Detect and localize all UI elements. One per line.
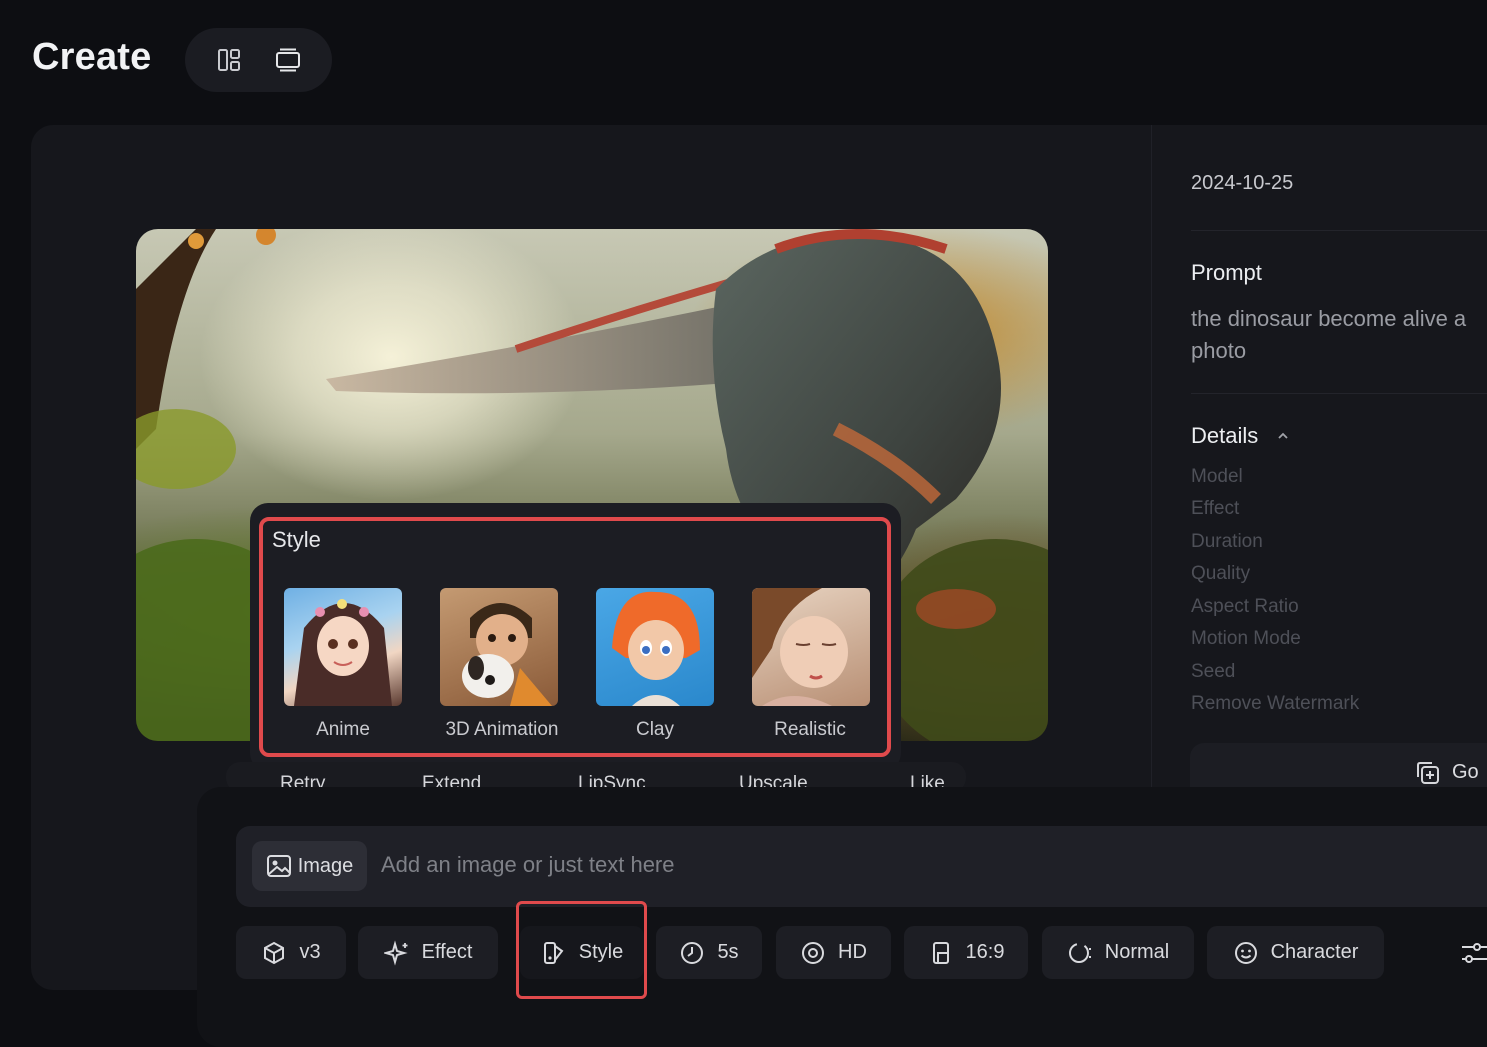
motion-icon xyxy=(1068,942,1091,963)
details-heading[interactable]: Details xyxy=(1191,423,1290,449)
style-button-highlight xyxy=(516,901,647,999)
style-popover-title: Style xyxy=(272,527,321,552)
prompt-input-placeholder[interactable]: Add an image or just text here xyxy=(381,852,675,878)
aspect-ratio-button[interactable]: 16:9 xyxy=(904,926,1028,979)
clay-thumbnail xyxy=(612,591,700,706)
single-layout-icon[interactable] xyxy=(270,42,306,78)
style-option-anime[interactable] xyxy=(284,588,402,706)
sidebar-divider xyxy=(1191,230,1487,231)
3d-animation-thumbnail xyxy=(462,603,552,706)
detail-key-aspect-ratio: Aspect Ratio xyxy=(1191,596,1299,617)
detail-key-remove-watermark: Remove Watermark xyxy=(1191,693,1360,714)
eye-icon xyxy=(802,941,825,964)
model-select-button[interactable]: v3 xyxy=(236,926,346,979)
detail-key-quality: Quality xyxy=(1191,563,1251,584)
realistic-thumbnail xyxy=(752,588,848,706)
style-label-realistic: Realistic xyxy=(774,719,846,740)
sidebar-divider xyxy=(1191,393,1487,394)
image-icon xyxy=(266,855,291,877)
anime-thumbnail xyxy=(294,599,392,706)
detail-key-motion-mode: Motion Mode xyxy=(1191,628,1301,649)
detail-key-duration: Duration xyxy=(1191,531,1263,552)
quality-button[interactable]: HD xyxy=(776,926,891,979)
cube-icon xyxy=(264,941,285,964)
smiley-icon xyxy=(1234,941,1257,964)
duration-button[interactable]: 5s xyxy=(656,926,762,979)
page-title: Create xyxy=(32,36,152,78)
style-option-clay[interactable] xyxy=(596,588,714,706)
clock-icon xyxy=(681,941,704,964)
generation-date: 2024-10-25 xyxy=(1191,172,1294,194)
prompt-heading: Prompt xyxy=(1191,260,1262,285)
style-option-realistic[interactable] xyxy=(752,588,870,706)
aspect-ratio-icon xyxy=(932,941,949,964)
character-button[interactable]: Character xyxy=(1207,926,1384,979)
sparkle-icon xyxy=(383,939,408,966)
detail-key-seed: Seed xyxy=(1191,661,1236,682)
settings-sliders-icon[interactable] xyxy=(1460,940,1487,966)
style-option-3d-animation[interactable] xyxy=(440,588,558,706)
chevron-up-icon xyxy=(1278,432,1289,439)
detail-key-effect: Effect xyxy=(1191,498,1240,519)
style-label-anime: Anime xyxy=(316,719,370,740)
prompt-text: the dinosaur become alive a photo xyxy=(1191,306,1467,363)
grid-layout-icon[interactable] xyxy=(211,42,247,78)
motion-mode-button[interactable]: Normal xyxy=(1042,926,1194,979)
detail-key-model: Model xyxy=(1191,466,1243,487)
view-toggle xyxy=(185,28,332,92)
image-upload-button[interactable]: Image xyxy=(252,841,367,891)
effect-button[interactable]: Effect xyxy=(358,926,498,979)
style-label-3d-animation: 3D Animation xyxy=(445,719,559,740)
copy-add-icon xyxy=(1417,762,1439,784)
style-label-clay: Clay xyxy=(635,719,674,740)
